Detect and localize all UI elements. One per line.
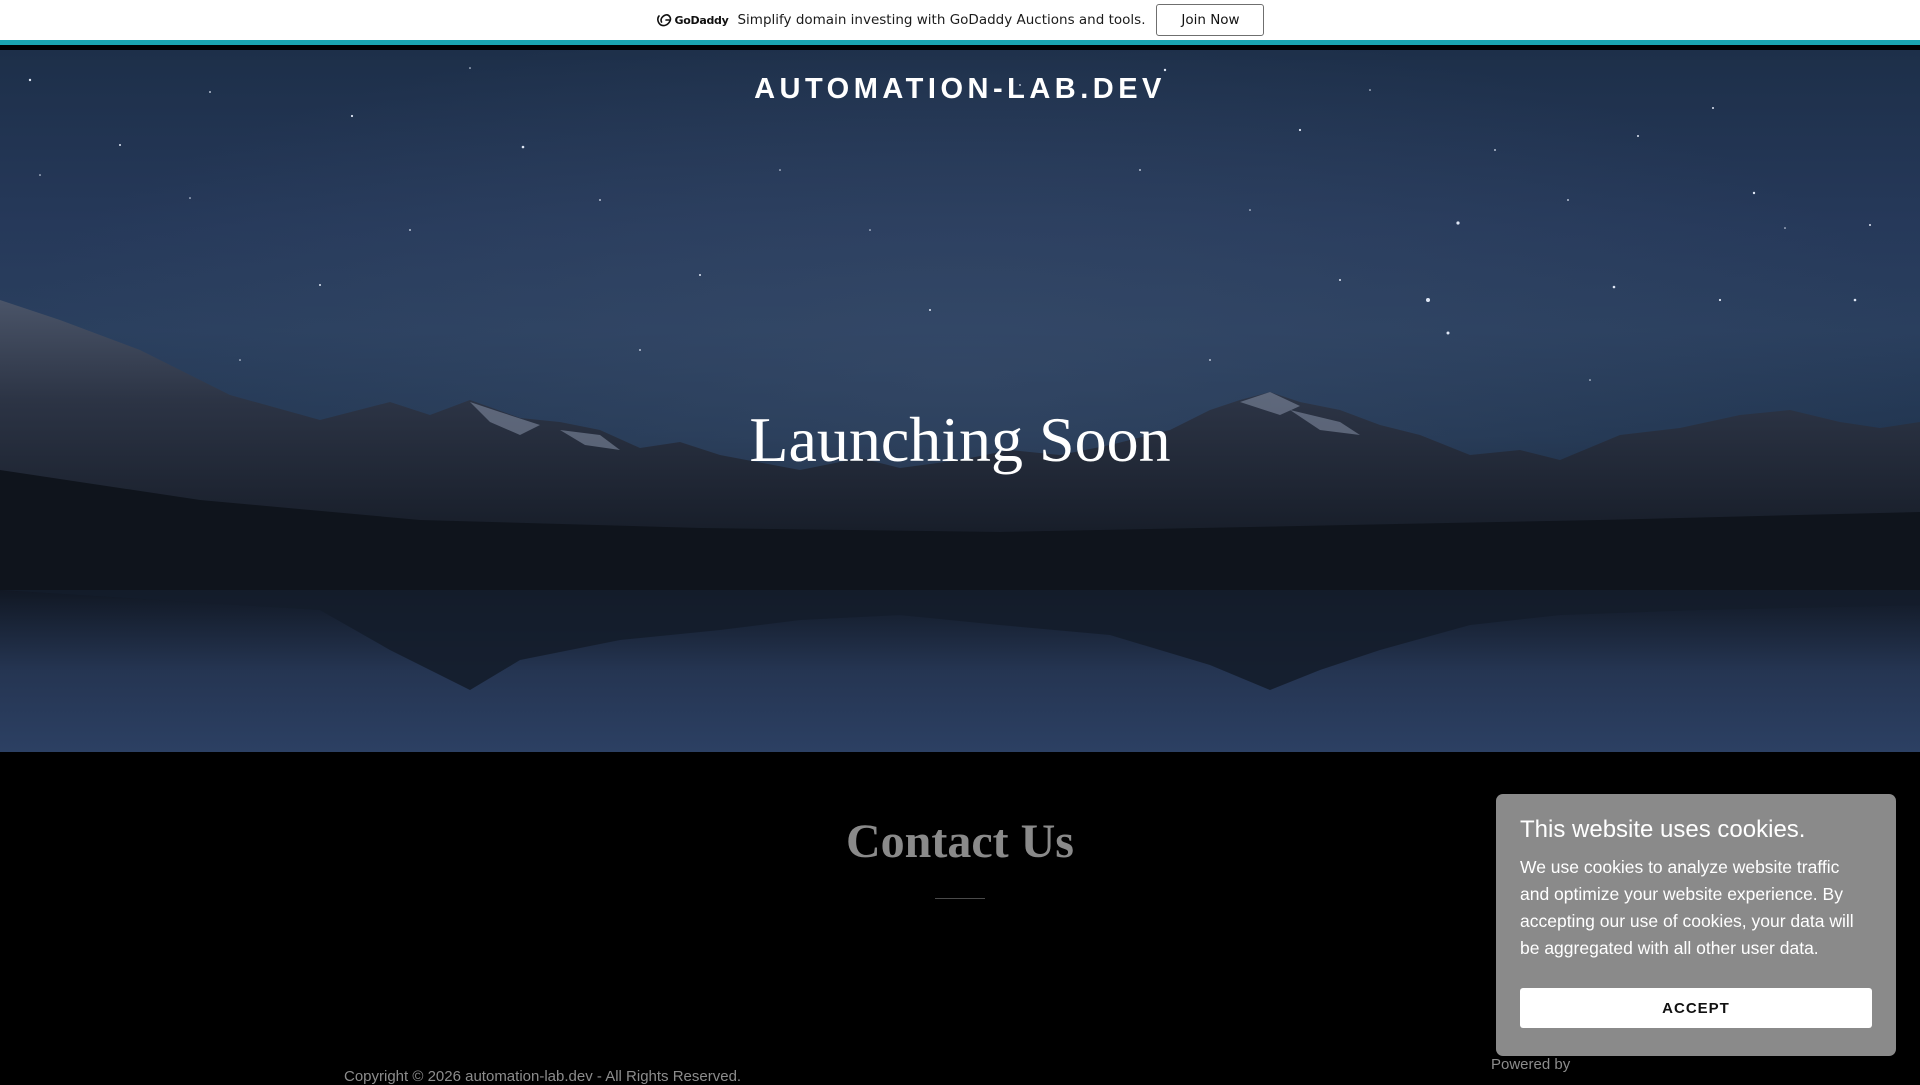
hero-heading: Launching Soon: [749, 404, 1171, 475]
godaddy-logo-text: GoDaddy: [674, 13, 729, 27]
promo-message: Simplify domain investing with GoDaddy A…: [737, 12, 1146, 28]
promo-bar: GoDaddy Simplify domain investing with G…: [0, 0, 1920, 45]
join-now-button[interactable]: Join Now: [1156, 4, 1265, 36]
accept-cookies-button[interactable]: ACCEPT: [1520, 988, 1872, 1028]
godaddy-logo[interactable]: GoDaddy: [656, 13, 729, 27]
cookie-banner-body: We use cookies to analyze website traffi…: [1520, 857, 1854, 958]
cookie-banner: This website uses cookies. We use cookie…: [1496, 794, 1896, 1056]
site-title[interactable]: AUTOMATION-LAB.DEV: [0, 73, 1920, 106]
mountain-lake-background-image: [0, 50, 1920, 752]
copyright-text: Copyright © 2026 automation-lab.dev - Al…: [344, 1068, 742, 1085]
godaddy-logo-icon: [656, 14, 671, 27]
section-divider: [935, 898, 985, 899]
hero-section: AUTOMATION-LAB.DEV Launching Soon: [0, 50, 1920, 752]
cookie-banner-title: This website uses cookies.: [1520, 816, 1806, 843]
powered-by-text: Powered by: [1491, 1056, 1571, 1073]
